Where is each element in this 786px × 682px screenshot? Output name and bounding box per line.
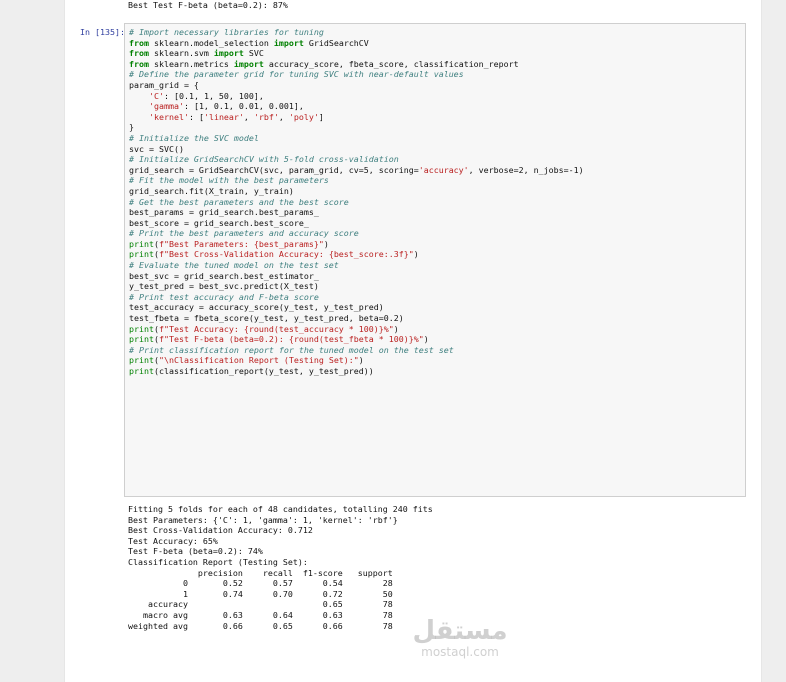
- watermark-latin: mostaql.com: [421, 645, 499, 659]
- code-line: print(classification_report(y_test, y_te…: [129, 366, 374, 376]
- code-line: from sklearn.model_selection import Grid…: [129, 37, 369, 48]
- site-watermark: مستقل mostaql.com: [400, 616, 520, 658]
- code-line: best_svc = grid_search.best_estimator_: [129, 270, 319, 281]
- output-line: accuracy 0.65 78: [128, 599, 393, 610]
- code-line: test_fbeta = fbeta_score(y_test, y_test_…: [129, 313, 404, 324]
- output-line: 1 0.74 0.70 0.72 50: [128, 588, 393, 599]
- code-cell-input[interactable]: # Import necessary libraries for tuning f…: [124, 23, 746, 497]
- code-line: # Define the parameter grid for tuning S…: [129, 69, 464, 80]
- cell-output: Fitting 5 folds for each of 48 candidate…: [128, 504, 433, 631]
- code-line: # Print test accuracy and F-beta score: [129, 291, 319, 302]
- code-line: # Get the best parameters and the best s…: [129, 196, 349, 207]
- code-line: # Print the best parameters and accuracy…: [129, 228, 359, 239]
- output-line: Fitting 5 folds for each of 48 candidate…: [128, 504, 433, 514]
- code-line: }: [129, 122, 134, 133]
- code-line: # Initialize the SVC model: [129, 132, 259, 143]
- output-line: Test F-beta (beta=0.2): 74%: [128, 546, 263, 557]
- output-line: Classification Report (Testing Set):: [128, 556, 308, 567]
- previous-cell-output: Best Test F-beta (beta=0.2): 87%: [128, 0, 288, 10]
- code-line: print(f"Test F-beta (beta=0.2): {round(t…: [129, 334, 429, 345]
- code-line: svc = SVC(): [129, 143, 184, 154]
- code-line: y_test_pred = best_svc.predict(X_test): [129, 281, 319, 292]
- output-line: macro avg 0.63 0.64 0.63 78: [128, 609, 393, 620]
- code-line: test_accuracy = accuracy_score(y_test, y…: [129, 302, 384, 313]
- output-line: 0 0.52 0.57 0.54 28: [128, 578, 393, 589]
- output-line: Best Cross-Validation Accuracy: 0.712: [128, 525, 313, 536]
- code-line: param_grid = {: [129, 79, 199, 90]
- code-line: grid_search.fit(X_train, y_train): [129, 185, 294, 196]
- code-line: best_score = grid_search.best_score_: [129, 217, 309, 228]
- watermark-arabic: مستقل: [412, 616, 508, 646]
- code-line: print(f"Best Parameters: {best_params}"): [129, 238, 329, 249]
- code-line: # Evaluate the tuned model on the test s…: [129, 260, 339, 271]
- code-line: from sklearn.svm import SVC: [129, 48, 264, 59]
- code-line: print(f"Best Cross-Validation Accuracy: …: [129, 249, 419, 260]
- code-line: best_params = grid_search.best_params_: [129, 207, 319, 218]
- output-line: Best Parameters: {'C': 1, 'gamma': 1, 'k…: [128, 514, 398, 525]
- code-line: print("\nClassification Report (Testing …: [129, 355, 364, 366]
- output-line: Test Accuracy: 65%: [128, 535, 218, 546]
- notebook-page: Best Test F-beta (beta=0.2): 87% In [135…: [64, 0, 762, 682]
- code-line: # Fit the model with the best parameters: [129, 175, 329, 186]
- output-line: weighted avg 0.66 0.65 0.66 78: [128, 620, 393, 631]
- input-prompt: In [135]:: [80, 27, 125, 37]
- code-line: # Initialize GridSearchCV with 5-fold cr…: [129, 154, 399, 165]
- code-line: grid_search = GridSearchCV(svc, param_gr…: [129, 164, 584, 175]
- code-line: 'gamma': [1, 0.1, 0.01, 0.001],: [148, 101, 304, 112]
- code-line: # Import necessary libraries for tuning: [129, 27, 324, 37]
- code-line: # Print classification report for the tu…: [129, 344, 454, 355]
- code-line: 'kernel': ['linear', 'rbf', 'poly']: [148, 111, 324, 122]
- output-line: precision recall f1-score support: [128, 567, 393, 578]
- code-line: print(f"Test Accuracy: {round(test_accur…: [129, 323, 399, 334]
- code-line: from sklearn.metrics import accuracy_sco…: [129, 58, 519, 69]
- code-editor[interactable]: # Import necessary libraries for tuning f…: [129, 27, 584, 377]
- code-line: 'C': [0.1, 1, 50, 100],: [148, 90, 264, 101]
